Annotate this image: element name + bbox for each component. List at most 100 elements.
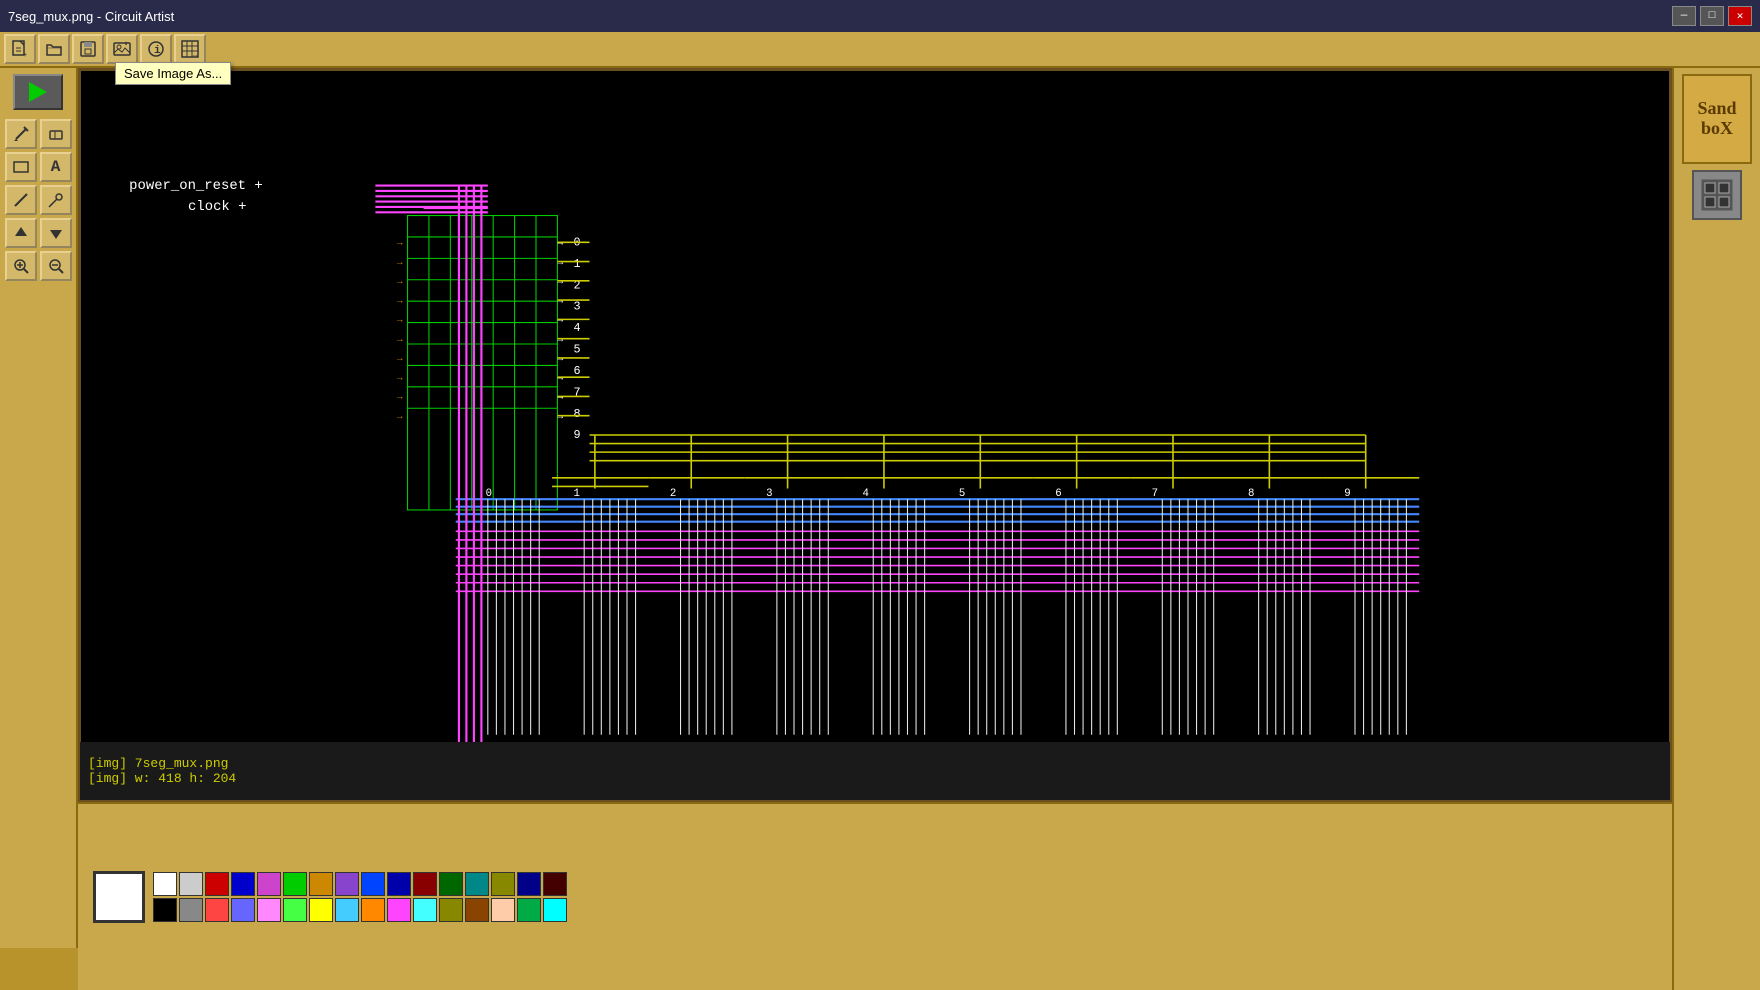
text-tool[interactable]: A [40, 152, 72, 182]
grid-button[interactable]: ↔ [174, 34, 206, 64]
color-brightred[interactable] [205, 898, 229, 922]
color-swatches [153, 872, 567, 922]
svg-text:8: 8 [1248, 488, 1254, 500]
eraser-tool[interactable] [40, 119, 72, 149]
sandbox-text: SandboX [1697, 99, 1736, 139]
minimize-button[interactable]: — [1672, 6, 1696, 26]
color-yellow[interactable] [309, 898, 333, 922]
color-brown[interactable] [465, 898, 489, 922]
svg-text:3: 3 [573, 300, 580, 314]
svg-text:→: → [557, 334, 563, 345]
svg-text:2: 2 [670, 488, 676, 500]
svg-text:→: → [397, 238, 403, 249]
tool-row-4 [5, 218, 72, 248]
sandbox-icon[interactable] [1692, 170, 1742, 220]
color-gray[interactable] [179, 898, 203, 922]
maximize-button[interactable]: □ [1700, 6, 1724, 26]
svg-text:→: → [397, 334, 403, 345]
svg-text:0: 0 [486, 488, 492, 500]
color-purple[interactable] [335, 872, 359, 896]
status-line-2: [img] w: 418 h: 204 [88, 771, 1662, 786]
tool-row-2: A [5, 152, 72, 182]
current-color-box[interactable] [93, 871, 145, 923]
svg-text:⬇: ⬇ [124, 41, 128, 49]
play-button[interactable] [13, 74, 63, 110]
color-red[interactable] [205, 872, 229, 896]
save-image-button[interactable]: ⬇ [106, 34, 138, 64]
sandbox-label[interactable]: SandboX [1682, 74, 1752, 164]
color-darkgreen[interactable] [439, 872, 463, 896]
color-darkblue[interactable] [387, 872, 411, 896]
open-button[interactable] [38, 34, 70, 64]
svg-text:9: 9 [573, 428, 580, 442]
color-lightgray[interactable] [179, 872, 203, 896]
svg-text:→: → [557, 372, 563, 383]
new-button[interactable]: + [4, 34, 36, 64]
move-up-tool[interactable] [5, 218, 37, 248]
color-hotpink[interactable] [387, 898, 411, 922]
rect-tool[interactable] [5, 152, 37, 182]
move-down-tool[interactable] [40, 218, 72, 248]
svg-text:power_on_reset +: power_on_reset + [129, 178, 263, 194]
line-tool[interactable] [5, 185, 37, 215]
info-button[interactable]: i [140, 34, 172, 64]
color-white[interactable] [153, 872, 177, 896]
svg-text:1: 1 [573, 488, 579, 500]
svg-text:6: 6 [573, 364, 580, 378]
color-maroon[interactable] [543, 872, 567, 896]
color-magenta[interactable] [257, 872, 281, 896]
color-navy[interactable] [517, 872, 541, 896]
tool-row-1 [5, 119, 72, 149]
color-black[interactable] [153, 898, 177, 922]
color-green[interactable] [283, 872, 307, 896]
svg-text:→: → [557, 295, 563, 306]
svg-text:→: → [397, 372, 403, 383]
save-button[interactable] [72, 34, 104, 64]
svg-text:→: → [397, 295, 403, 306]
play-icon [29, 82, 47, 102]
svg-text:5: 5 [573, 343, 580, 357]
svg-text:3: 3 [766, 488, 772, 500]
color-darkred[interactable] [413, 872, 437, 896]
color-orange[interactable] [309, 872, 333, 896]
color-pink[interactable] [257, 898, 281, 922]
svg-text:→: → [397, 353, 403, 364]
zoom-in-tool[interactable] [5, 251, 37, 281]
title-bar: 7seg_mux.png - Circuit Artist — □ ✕ [0, 0, 1760, 32]
title-text: 7seg_mux.png - Circuit Artist [8, 9, 174, 24]
svg-text:5: 5 [959, 488, 965, 500]
color-blue[interactable] [231, 872, 255, 896]
zoom-out-tool[interactable] [40, 251, 72, 281]
svg-text:6: 6 [1055, 488, 1061, 500]
canvas-area[interactable]: power_on_reset + clock + [78, 68, 1672, 802]
svg-text:9: 9 [1344, 488, 1350, 500]
svg-text:7: 7 [1152, 488, 1158, 500]
tooltip: Save Image As... [115, 62, 231, 85]
svg-text:→: → [397, 392, 403, 403]
svg-text:→: → [557, 315, 563, 326]
color-amber[interactable] [361, 898, 385, 922]
color-olive[interactable] [491, 872, 515, 896]
eyedropper-tool[interactable] [40, 185, 72, 215]
color-teal[interactable] [465, 872, 489, 896]
color-peach[interactable] [491, 898, 515, 922]
color-brightblue[interactable] [361, 872, 385, 896]
circuit-diagram: power_on_reset + clock + [81, 71, 1669, 799]
svg-text:8: 8 [573, 407, 580, 421]
color-lime[interactable] [283, 898, 307, 922]
svg-text:→: → [557, 257, 563, 268]
color-darkyellow[interactable] [439, 898, 463, 922]
pencil-tool[interactable] [5, 119, 37, 149]
svg-text:→: → [557, 411, 563, 422]
toolbar: + ⬇ i ↔ [0, 32, 1760, 68]
tool-row-3 [5, 185, 72, 215]
color-aqua[interactable] [543, 898, 567, 922]
color-periwinkle[interactable] [231, 898, 255, 922]
close-button[interactable]: ✕ [1728, 6, 1752, 26]
color-skyblue[interactable] [335, 898, 359, 922]
svg-text:i: i [154, 45, 161, 57]
status-line-1: [img] 7seg_mux.png [88, 756, 1662, 771]
color-emerald[interactable] [517, 898, 541, 922]
color-cyan[interactable] [413, 898, 437, 922]
svg-text:7: 7 [573, 385, 580, 399]
